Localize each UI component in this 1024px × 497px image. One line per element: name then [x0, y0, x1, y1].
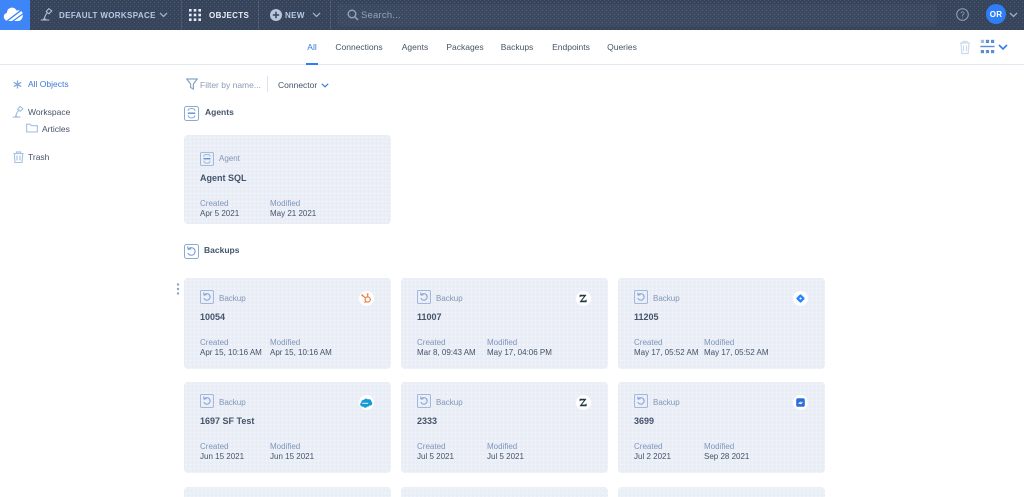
svg-text:?: ?: [960, 10, 965, 19]
